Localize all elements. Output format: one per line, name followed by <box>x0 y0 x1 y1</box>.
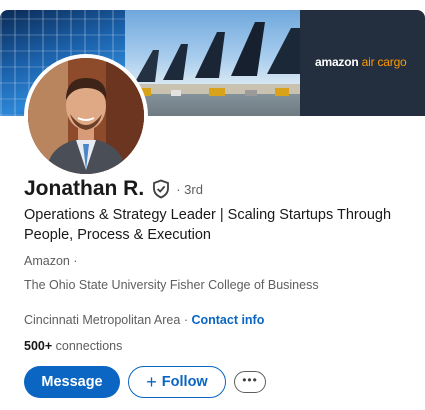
connections-number: 500+ <box>24 339 53 353</box>
avatar-portrait <box>28 58 144 174</box>
location-separator: · <box>180 313 192 327</box>
amazon-air-cargo-logo: amazon air cargo <box>315 55 407 69</box>
education-school[interactable]: The Ohio State University Fisher College… <box>24 278 319 292</box>
plus-icon: + <box>146 372 157 392</box>
profile-actions: Message + Follow ••• <box>24 366 266 398</box>
name-row: Jonathan R. · 3rd <box>24 176 203 202</box>
follow-label: Follow <box>161 374 208 390</box>
connections-label: connections <box>55 339 123 353</box>
profile-avatar[interactable] <box>24 54 148 178</box>
shield-check-icon[interactable] <box>152 179 170 199</box>
location-row: Cincinnati Metropolitan Area · Contact i… <box>24 313 264 327</box>
ellipsis-icon: ••• <box>242 373 258 387</box>
aircraft-tails-illustration <box>125 22 300 96</box>
profile-headline: Operations & Strategy Leader | Scaling S… <box>24 207 392 243</box>
message-button[interactable]: Message <box>24 366 120 398</box>
follow-button[interactable]: + Follow <box>128 366 226 398</box>
profile-card: amazon air cargo Jonathan R. · 3rd Opera… <box>0 0 425 410</box>
contact-info-link[interactable]: Contact info <box>191 313 264 327</box>
profile-location: Cincinnati Metropolitan Area <box>24 313 181 327</box>
more-actions-button[interactable]: ••• <box>234 371 266 393</box>
connection-degree: · 3rd <box>176 181 203 197</box>
connections-count[interactable]: 500+ connections <box>24 339 122 353</box>
current-company[interactable]: Amazon · <box>24 254 78 268</box>
banner-aircraft-photo <box>125 10 300 116</box>
profile-name[interactable]: Jonathan R. <box>24 177 144 201</box>
